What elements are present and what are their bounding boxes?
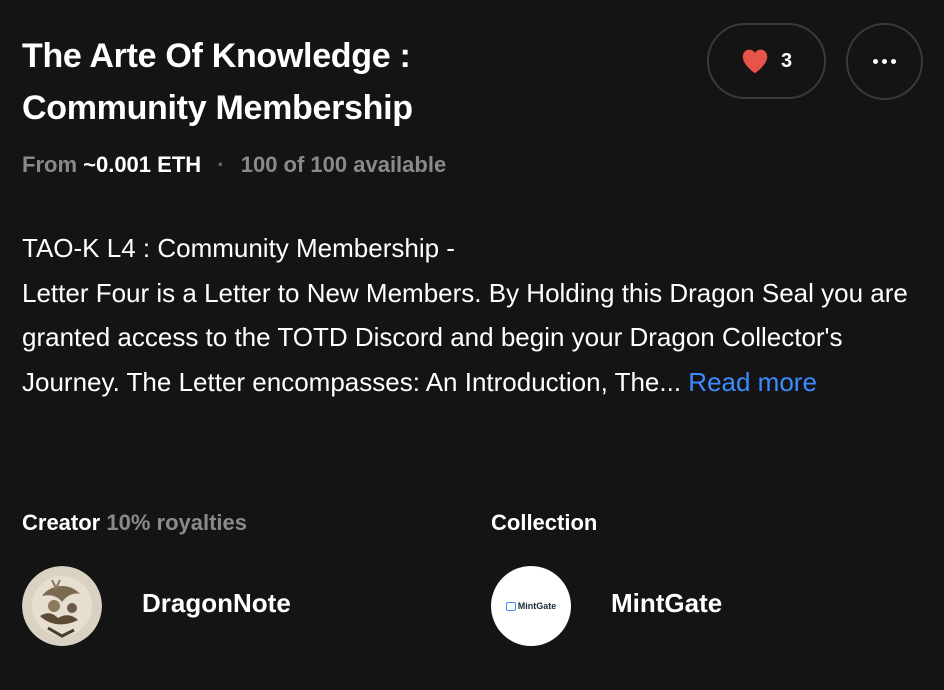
royalties-text: 10% royalties xyxy=(106,510,248,535)
read-more-link[interactable]: Read more xyxy=(688,367,817,397)
like-count: 3 xyxy=(780,49,793,72)
title-line-2: Community Membership xyxy=(22,89,413,127)
price-value: ~0.001 ETH xyxy=(83,152,202,177)
creator-name[interactable]: DragonNote xyxy=(142,588,291,619)
mintgate-logo-icon xyxy=(505,601,516,611)
collection-avatar[interactable]: MintGate xyxy=(491,566,571,646)
collection-logo-text: MintGate xyxy=(517,601,557,611)
availability-text: 100 of 100 available xyxy=(240,152,447,177)
creator-avatar[interactable] xyxy=(22,566,102,646)
heart-icon xyxy=(742,49,768,74)
page-title: The Arte Of Knowledge : Community Member… xyxy=(22,30,582,134)
ellipsis-icon xyxy=(871,59,898,64)
from-label: From xyxy=(22,152,77,177)
title-line-1: The Arte Of Knowledge : xyxy=(22,37,411,75)
creator-label: Creator 10% royalties xyxy=(22,510,247,536)
dragon-seal-image xyxy=(22,566,102,646)
like-button[interactable]: 3 xyxy=(707,23,826,99)
separator-dot: · xyxy=(217,152,225,177)
description-heading: TAO-K L4 : Community Membership - xyxy=(22,233,455,263)
description: TAO-K L4 : Community Membership - Letter… xyxy=(22,226,932,404)
price-availability: From ~0.001 ETH · 100 of 100 available xyxy=(22,152,446,178)
creator-title: Creator xyxy=(22,510,101,535)
more-options-button[interactable] xyxy=(846,23,923,100)
collection-label: Collection xyxy=(491,510,598,535)
collection-name[interactable]: MintGate xyxy=(611,588,722,619)
